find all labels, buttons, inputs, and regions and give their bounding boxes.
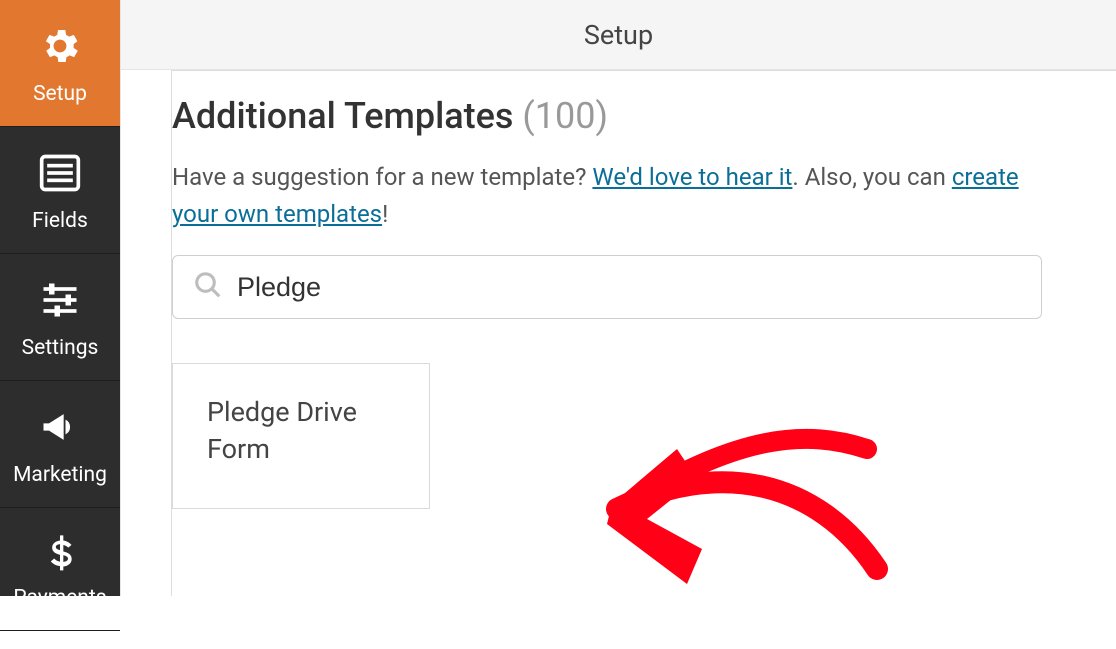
sidebar-item-label: Fields (32, 209, 88, 233)
template-card[interactable]: Pledge Drive Form (172, 363, 430, 509)
left-gutter (121, 70, 171, 596)
sidebar-item-setup[interactable]: Setup (0, 0, 120, 127)
main: Setup Additional Templates (100) Have a … (120, 0, 1116, 596)
sidebar-item-fields[interactable]: Fields (0, 127, 120, 254)
template-name: Pledge Drive Form (207, 396, 357, 464)
search-box[interactable] (172, 255, 1042, 319)
sidebar-item-label: Setup (33, 82, 87, 106)
lead-text: Have a suggestion for a new template? We… (172, 159, 1052, 233)
page-header: Setup (120, 0, 1116, 70)
sidebar-item-label: Marketing (13, 463, 107, 487)
lead-part: Have a suggestion for a new template? (172, 163, 592, 191)
gear-icon (38, 24, 82, 72)
lead-part: ! (382, 200, 388, 228)
sidebar: Setup Fields Settings Marketing Payments (0, 0, 120, 596)
sidebar-item-label: Settings (22, 336, 99, 360)
search-icon (193, 270, 223, 304)
lead-part: . Also, you can (792, 163, 951, 191)
sidebar-item-marketing[interactable]: Marketing (0, 381, 120, 508)
sidebar-item-label: Payments (13, 586, 106, 610)
list-icon (38, 151, 82, 199)
template-results: Pledge Drive Form (172, 363, 1086, 509)
suggestion-link[interactable]: We'd love to hear it (592, 163, 792, 191)
sidebar-item-payments[interactable]: Payments (0, 508, 120, 631)
search-input[interactable] (237, 272, 1021, 303)
section-heading: Additional Templates (100) (172, 95, 1086, 137)
sidebar-item-settings[interactable]: Settings (0, 254, 120, 381)
bullhorn-icon (38, 405, 82, 453)
heading-count: (100) (522, 95, 608, 137)
dollar-icon (40, 532, 80, 576)
sliders-icon (38, 278, 82, 326)
heading-text: Additional Templates (172, 95, 522, 137)
page-title: Setup (584, 19, 653, 51)
content: Additional Templates (100) Have a sugges… (171, 70, 1116, 596)
